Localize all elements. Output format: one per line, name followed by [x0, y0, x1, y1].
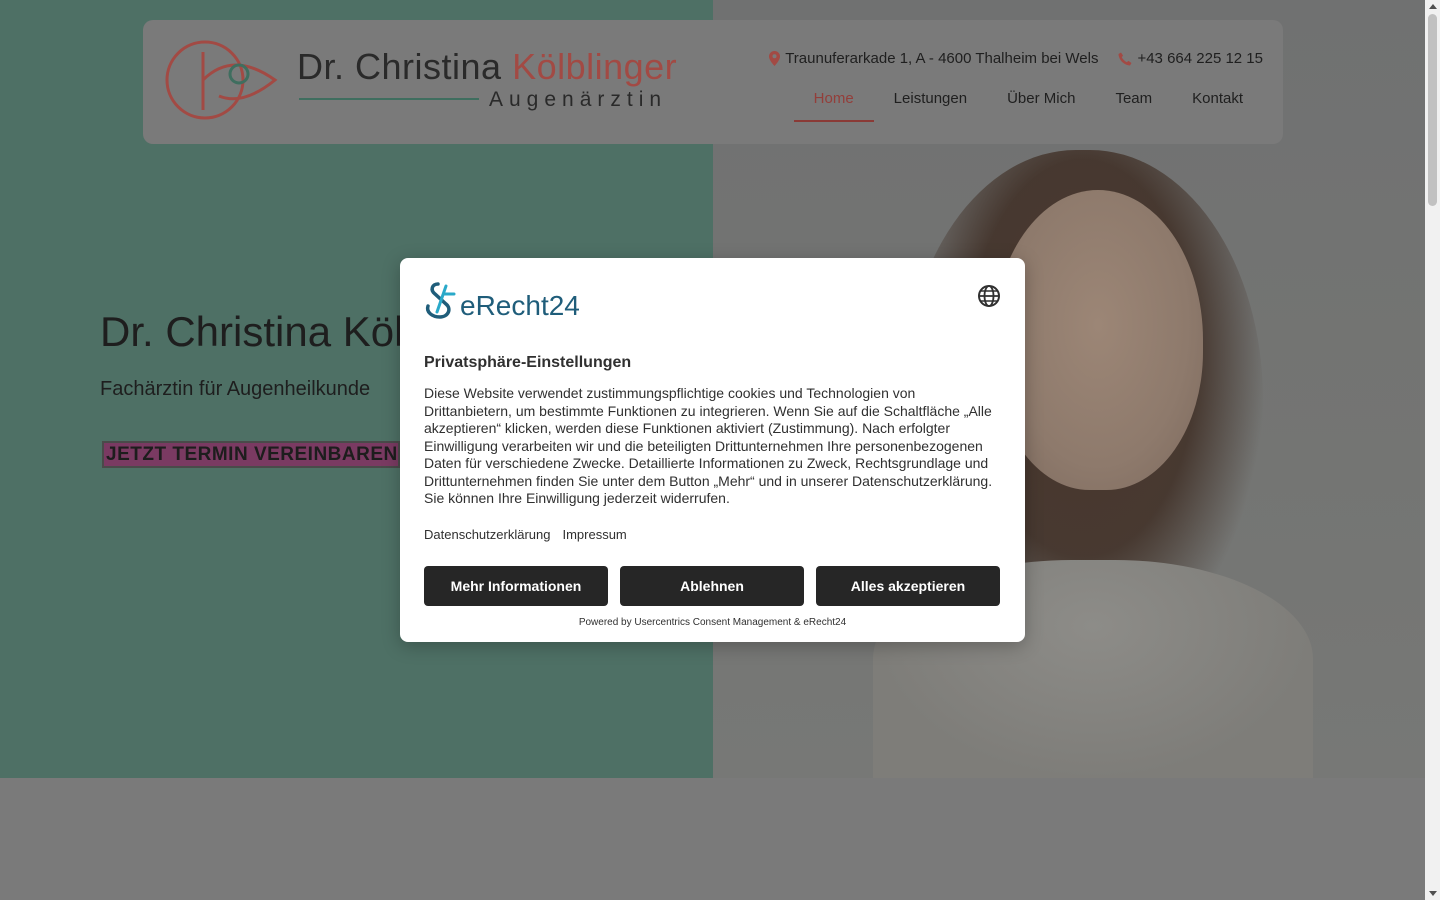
header-contact: Traunuferarkade 1, A - 4600 Thalheim bei… [769, 50, 1263, 67]
globe-icon[interactable] [977, 284, 1001, 308]
page-scrollbar[interactable] [1425, 0, 1440, 900]
erecht24-mark-icon [425, 282, 456, 319]
more-info-button[interactable]: Mehr Informationen [424, 566, 608, 606]
nav-item-leistungen[interactable]: Leistungen [874, 84, 987, 122]
hero-title-wrapper: Dr. Christina Kölblinger [100, 308, 400, 364]
nav-item-team[interactable]: Team [1095, 84, 1172, 122]
lower-section [0, 778, 1425, 900]
site-logo[interactable]: Dr. Christina Kölblinger Augenärztin [163, 40, 703, 130]
phone-item[interactable]: +43 664 225 12 15 [1118, 50, 1263, 67]
consent-links: Datenschutzerklärung Impressum [424, 527, 627, 542]
book-appointment-button[interactable]: JETZT TERMIN VEREINBAREN [102, 441, 400, 468]
address-text: Traunuferarkade 1, A - 4600 Thalheim bei… [785, 50, 1099, 67]
scroll-up-arrow-icon[interactable] [1429, 4, 1437, 9]
nav-item-home[interactable]: Home [793, 84, 874, 122]
powered-by-text: Powered by Usercentrics Consent Manageme… [578, 617, 847, 628]
nav-item-ueber-mich[interactable]: Über Mich [987, 84, 1095, 122]
nav-item-kontakt[interactable]: Kontakt [1172, 84, 1263, 122]
erecht24-logo: eRecht24 [424, 282, 580, 320]
accept-all-button[interactable]: Alles akzeptieren [816, 566, 1000, 606]
eye-logo-icon [165, 40, 278, 120]
erecht24-brand: eRecht24 [460, 290, 580, 321]
privacy-policy-link[interactable]: Datenschutzerklärung [424, 527, 550, 542]
phone-icon [1118, 52, 1132, 65]
decline-button[interactable]: Ablehnen [620, 566, 804, 606]
scrollbar-thumb[interactable] [1428, 14, 1437, 206]
imprint-link[interactable]: Impressum [562, 527, 626, 542]
consent-buttons: Mehr Informationen Ablehnen Alles akzept… [424, 566, 1000, 606]
consent-body: Diese Website verwendet zustimmungspflic… [424, 385, 993, 506]
consent-title: Privatsphäre-Einstellungen [424, 354, 632, 371]
logo-name-first: Dr. Christina [297, 46, 513, 87]
map-pin-icon [769, 51, 781, 66]
logo-divider [299, 98, 479, 100]
logo-subtitle: Augenärztin [489, 88, 668, 111]
logo-name-last: Kölblinger [512, 46, 678, 87]
hero-title: Dr. Christina Kölblinger [100, 308, 400, 355]
logo-name: Dr. Christina Kölblinger [297, 46, 677, 88]
hero-subtitle: Fachärztin für Augenheilkunde [100, 378, 371, 400]
site-header: Dr. Christina Kölblinger Augenärztin Tra… [143, 20, 1283, 144]
phone-text: +43 664 225 12 15 [1137, 50, 1263, 67]
address-item[interactable]: Traunuferarkade 1, A - 4600 Thalheim bei… [769, 50, 1098, 67]
consent-modal: eRecht24 Privatsphäre-Einstellungen Dies… [400, 258, 1025, 642]
main-nav: Home Leistungen Über Mich Team Kontakt [793, 84, 1263, 122]
scroll-down-arrow-icon[interactable] [1429, 891, 1437, 896]
